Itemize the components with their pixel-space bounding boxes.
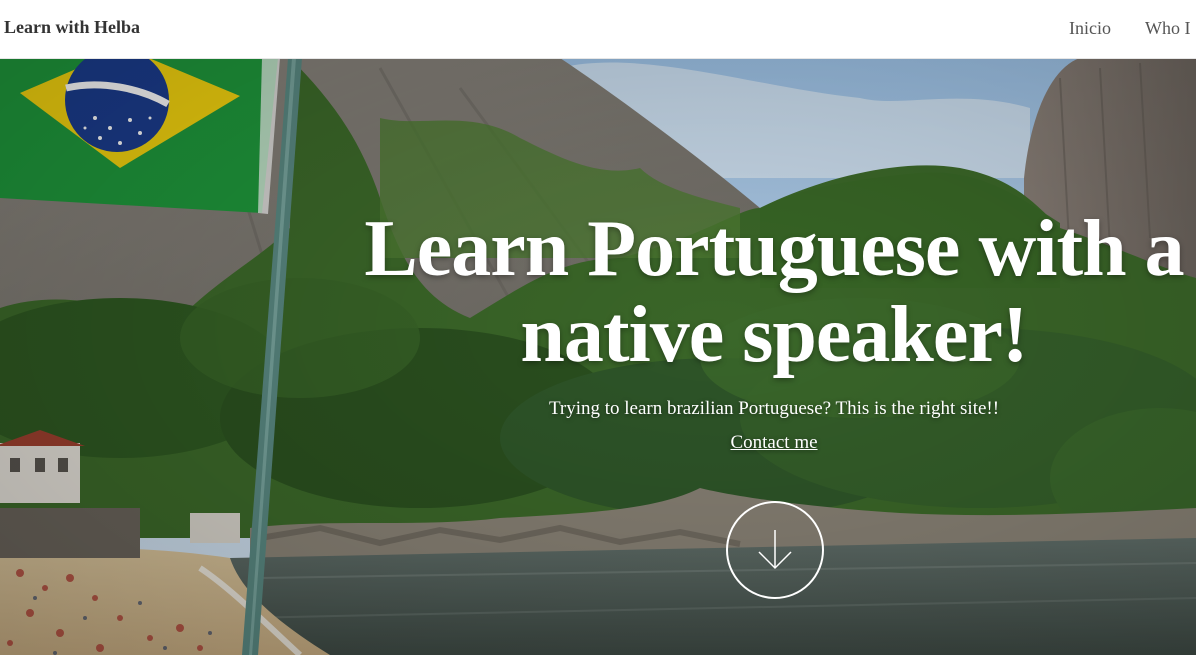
- contact-me-link[interactable]: Contact me: [352, 432, 1196, 454]
- nav-link-inicio[interactable]: Inicio: [1069, 18, 1111, 39]
- nav-link-who-i[interactable]: Who I: [1145, 18, 1190, 39]
- arrow-down-circle-icon[interactable]: [725, 500, 825, 600]
- hero-section: Learn Portuguese with a native speaker! …: [0, 58, 1196, 655]
- nav-links: Inicio Who I: [1069, 18, 1190, 39]
- hero-title: Learn Portuguese with a native speaker!: [364, 205, 1184, 379]
- site-brand-link[interactable]: Learn with Helba: [4, 17, 140, 38]
- top-navbar: Learn with Helba Inicio Who I: [0, 0, 1196, 59]
- hero-subtitle: Trying to learn brazilian Portuguese? Th…: [548, 398, 1000, 419]
